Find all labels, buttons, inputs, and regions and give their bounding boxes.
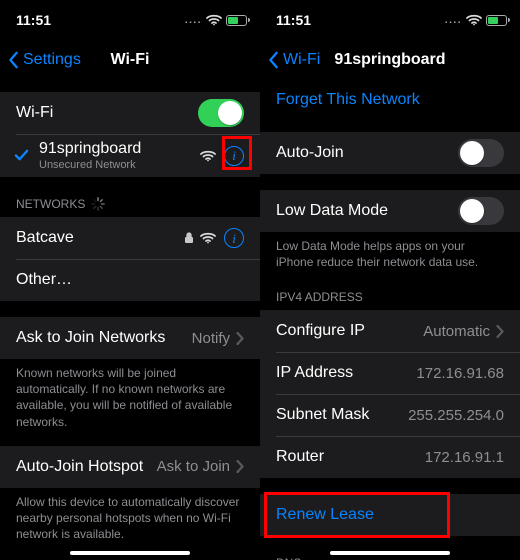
ask-to-join-row[interactable]: Ask to Join Networks Notify	[0, 317, 260, 359]
hotspot-value: Ask to Join	[157, 458, 230, 475]
chevron-right-icon	[236, 460, 244, 473]
low-data-footer: Low Data Mode helps apps on your iPhone …	[260, 232, 520, 270]
other-network-row[interactable]: Other…	[0, 259, 260, 301]
network-detail-screen: 11:51 .... Wi-Fi 91springboard Forget Th…	[260, 0, 520, 560]
check-icon	[14, 148, 29, 163]
low-data-toggle[interactable]	[458, 197, 504, 225]
network-ssid: Batcave	[16, 229, 184, 247]
back-button[interactable]: Settings	[8, 51, 81, 69]
auto-join-row[interactable]: Auto-Join	[260, 132, 520, 174]
wifi-status-icon	[206, 14, 222, 26]
forget-network-button[interactable]: Forget This Network	[260, 80, 520, 116]
auto-join-label: Auto-Join	[276, 144, 458, 162]
wifi-settings-screen: 11:51 .... Settings Wi-Fi Wi-Fi 91spring…	[0, 0, 260, 560]
auto-join-hotspot-row[interactable]: Auto-Join Hotspot Ask to Join	[0, 446, 260, 488]
lock-icon	[184, 232, 194, 244]
wifi-signal-icon	[200, 232, 216, 244]
ipv4-header: IPV4 ADDRESS	[260, 286, 520, 310]
low-data-row[interactable]: Low Data Mode	[260, 190, 520, 232]
hotspot-footer: Allow this device to automatically disco…	[0, 488, 260, 543]
signal-icon: ....	[445, 15, 462, 26]
info-icon[interactable]: i	[224, 228, 244, 248]
current-security: Unsecured Network	[39, 159, 200, 171]
ip-address-value: 172.16.91.68	[416, 365, 504, 382]
home-indicator[interactable]	[70, 551, 190, 555]
router-row: Router 172.16.91.1	[260, 436, 520, 478]
network-row[interactable]: Batcave i	[0, 217, 260, 259]
wifi-toggle[interactable]	[198, 99, 244, 127]
other-label: Other…	[16, 271, 244, 289]
back-label: Settings	[23, 51, 81, 69]
info-icon[interactable]: i	[224, 146, 244, 166]
router-value: 172.16.91.1	[425, 449, 504, 466]
battery-icon	[486, 15, 510, 26]
networks-header: NETWORKS	[0, 193, 260, 217]
signal-icon: ....	[185, 15, 202, 26]
hotspot-label: Auto-Join Hotspot	[16, 458, 157, 476]
current-network-row[interactable]: 91springboard Unsecured Network i	[0, 134, 260, 177]
ask-to-join-label: Ask to Join Networks	[16, 329, 192, 347]
ip-address-row: IP Address 172.16.91.68	[260, 352, 520, 394]
ask-value: Notify	[192, 330, 230, 347]
ask-footer: Known networks will be joined automatica…	[0, 359, 260, 430]
subnet-row: Subnet Mask 255.255.254.0	[260, 394, 520, 436]
nav-bar: Wi-Fi 91springboard	[260, 40, 520, 80]
current-ssid: 91springboard	[39, 140, 200, 158]
nav-bar: Settings Wi-Fi	[0, 40, 260, 80]
chevron-right-icon	[236, 332, 244, 345]
wifi-toggle-row[interactable]: Wi-Fi	[0, 92, 260, 134]
home-indicator[interactable]	[330, 551, 450, 555]
renew-lease-button[interactable]: Renew Lease	[260, 494, 520, 536]
spinner-icon	[91, 197, 105, 211]
wifi-toggle-label: Wi-Fi	[16, 104, 198, 122]
wifi-status-icon	[466, 14, 482, 26]
battery-icon	[226, 15, 250, 26]
subnet-value: 255.255.254.0	[408, 407, 504, 424]
back-label: Wi-Fi	[283, 51, 320, 69]
chevron-right-icon	[496, 325, 504, 338]
configure-ip-row[interactable]: Configure IP Automatic	[260, 310, 520, 352]
low-data-label: Low Data Mode	[276, 202, 458, 220]
auto-join-toggle[interactable]	[458, 139, 504, 167]
back-button[interactable]: Wi-Fi	[268, 51, 320, 69]
wifi-signal-icon	[200, 150, 216, 162]
